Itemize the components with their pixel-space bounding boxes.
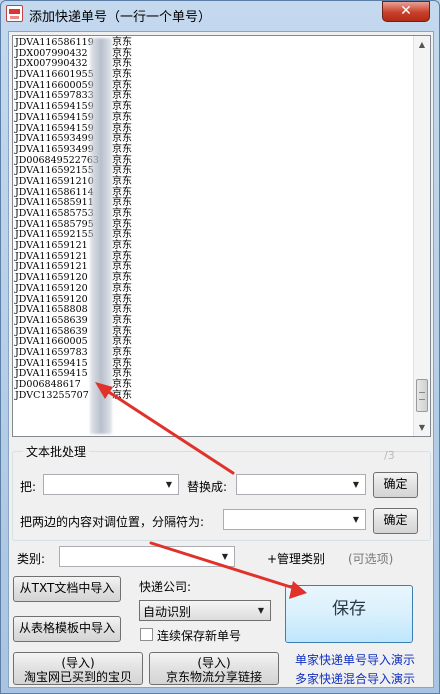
dialog-body: JDVA116586119 京东 JDX007990432 京东 JDX00799043…: [8, 31, 434, 688]
tracking-number: JDVA116593499: [15, 143, 94, 155]
chevron-down-icon: ▼: [257, 606, 265, 615]
continuous-save-label[interactable]: 连续保存新单号: [157, 627, 241, 644]
close-button[interactable]: ✕: [382, 1, 430, 22]
chevron-down-icon: ▼: [352, 515, 360, 524]
carrier-name: 京东: [112, 111, 132, 123]
courier-selected-value: 自动识别: [143, 605, 192, 619]
list-item: JDVA116594159 京东: [15, 111, 413, 124]
multi-courier-demo-link[interactable]: 多家快递混合导入演示: [295, 670, 415, 687]
swap-confirm-button[interactable]: 确定: [373, 508, 418, 534]
category-label: 类别:: [17, 552, 46, 566]
app-icon: [6, 5, 23, 22]
carrier-name: 京东: [112, 282, 132, 294]
title-bar[interactable]: 添加快递单号（一行一个单号） ✕: [1, 1, 439, 27]
import-jd-line2: 京东物流分享链接: [165, 670, 262, 684]
replace-confirm-button[interactable]: 确定: [373, 472, 418, 498]
import-txt-button[interactable]: 从TXT文档中导入: [13, 576, 121, 602]
scroll-thumb[interactable]: [416, 379, 428, 412]
import-table-button[interactable]: 从表格模板中导入: [13, 616, 121, 642]
from-combo[interactable]: ▼: [43, 474, 179, 495]
replace-label: 替换成:: [187, 480, 228, 494]
import-taobao-button[interactable]: (导入) 淘宝网已买到的宝贝: [13, 652, 143, 685]
continuous-save-checkbox[interactable]: [140, 628, 153, 641]
batch-group-title: 文本批处理: [23, 443, 90, 460]
import-taobao-line2: 淘宝网已买到的宝贝: [23, 670, 132, 684]
scroll-down-icon[interactable]: ▼: [414, 419, 430, 436]
manage-category-link[interactable]: +管理类别: [267, 550, 325, 567]
list-item: JDVA11658639 京东: [15, 314, 413, 327]
scroll-up-icon[interactable]: ▲: [414, 36, 430, 53]
single-courier-demo-link[interactable]: 单家快递单号导入演示: [295, 651, 415, 668]
tracking-number: JDVC13255707: [15, 389, 89, 401]
tracking-number: JDVA11659120: [15, 282, 88, 294]
import-jd-button[interactable]: (导入) 京东物流分享链接: [149, 652, 279, 685]
import-jd-line1: (导入): [197, 656, 231, 670]
swap-label: 把两边的内容对调位置，分隔符为:: [20, 515, 205, 529]
chevron-down-icon: ▼: [221, 552, 229, 561]
save-button[interactable]: 保存: [285, 585, 413, 643]
list-item: JDVA116593499 京东: [15, 143, 413, 156]
carrier-name: 京东: [112, 314, 132, 326]
tracking-number-list: JDVA116586119 京东 JDX007990432 京东 JDX00799043…: [15, 37, 413, 402]
list-item: JDVA11659120 京东: [15, 282, 413, 295]
carrier-name: 京东: [112, 389, 132, 401]
window-title: 添加快递单号（一行一个单号）: [29, 10, 212, 25]
carrier-name: 京东: [112, 143, 132, 155]
watermark: /3: [384, 449, 395, 462]
privacy-blur: [90, 38, 112, 434]
from-label: 把:: [20, 480, 37, 494]
chevron-down-icon: ▼: [165, 480, 173, 489]
tracking-number: JDVA116594159: [15, 111, 94, 123]
tracking-number-textarea[interactable]: JDVA116586119 京东 JDX007990432 京东 JDX00799043…: [12, 35, 431, 437]
separator-combo[interactable]: ▼: [223, 509, 366, 530]
replace-combo[interactable]: ▼: [236, 474, 366, 495]
courier-label: 快递公司:: [139, 580, 192, 594]
courier-select[interactable]: 自动识别 ▼: [139, 600, 271, 621]
app-window: 添加快递单号（一行一个单号） ✕ JDVA116586119 京东 JDX00799…: [0, 0, 440, 694]
vertical-scrollbar[interactable]: ▲ ▼: [413, 36, 430, 436]
optional-hint: (可选项): [348, 552, 394, 566]
import-taobao-line1: (导入): [61, 656, 95, 670]
tracking-number: JDVA11658639: [15, 314, 88, 326]
category-combo[interactable]: ▼: [59, 546, 235, 567]
list-item: JDVC13255707 京东: [15, 389, 413, 402]
chevron-down-icon: ▼: [352, 480, 360, 489]
